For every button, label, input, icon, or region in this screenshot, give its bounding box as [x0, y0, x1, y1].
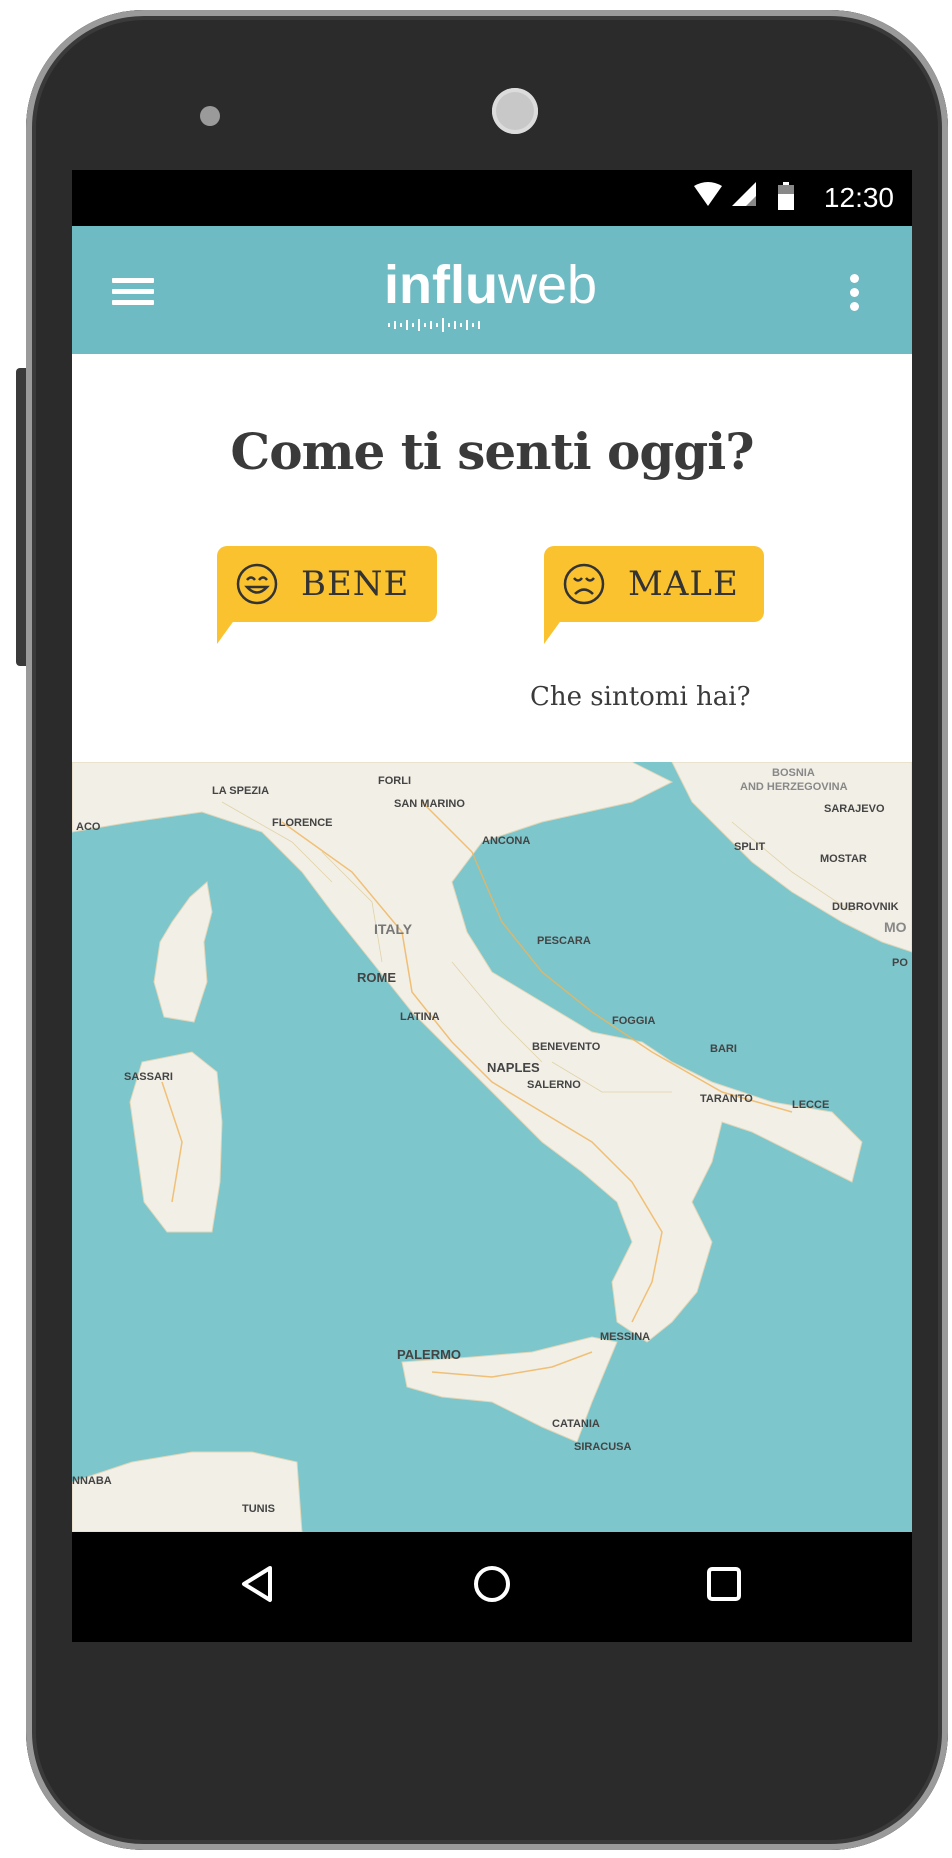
map-label-po: PO [892, 957, 908, 969]
map-label-san-marino: SAN MARINO [394, 798, 465, 810]
nav-bar [72, 1532, 912, 1642]
map-label-catania: CATANIA [552, 1418, 600, 1430]
battery-icon [778, 182, 794, 215]
bene-button[interactable]: BENE [217, 546, 437, 644]
front-camera [492, 88, 538, 134]
phone-screen: 12:30 influweb Come ti senti oggi? BENE … [72, 170, 912, 1642]
more-vertical-icon[interactable] [850, 274, 860, 314]
map-label-salerno: SALERNO [527, 1079, 581, 1091]
happy-face-icon [236, 563, 278, 605]
map-label-herzegovina: AND HERZEGOVINA [740, 781, 848, 793]
mood-card: Come ti senti oggi? BENE MALE Che sintom… [72, 354, 912, 762]
male-label: MALE [628, 564, 739, 604]
map-canvas: FLORENCE ITALY ROME NAPLES PALERMO CATAN… [72, 762, 912, 1532]
map-label-sassari: SASSARI [124, 1071, 173, 1083]
recents-square-icon[interactable] [702, 1562, 746, 1611]
status-time: 12:30 [823, 182, 894, 213]
map-label-pescara: PESCARA [537, 935, 591, 947]
bene-label: BENE [301, 564, 410, 604]
map-label-italy: ITALY [374, 921, 413, 937]
map-label-tunis: TUNIS [242, 1503, 275, 1515]
map-label-bari: BARI [710, 1043, 737, 1055]
logo-bold-text: influ [384, 255, 498, 315]
phone-side-button [16, 368, 26, 666]
map-label-split: SPLIT [734, 841, 765, 853]
map-label-la-spezia: LA SPEZIA [212, 785, 269, 797]
male-button[interactable]: MALE [544, 546, 764, 644]
map-label-dubrovnik: DUBROVNIK [832, 901, 899, 913]
map-label-siracusa: SIRACUSA [574, 1441, 632, 1453]
map-label-naples: NAPLES [487, 1060, 540, 1075]
map-label-foggia: FOGGIA [612, 1015, 655, 1027]
map-label-latina: LATINA [400, 1011, 440, 1023]
map-label-benevento: BENEVENTO [532, 1041, 601, 1053]
wifi-icon [694, 182, 722, 213]
map-label-florence: FLORENCE [272, 817, 333, 829]
phone-sensor-dot [200, 106, 220, 126]
page-title: Come ti senti oggi? [230, 422, 754, 481]
map-label-forli: FORLI [378, 775, 411, 787]
status-bar: 12:30 [72, 170, 912, 226]
map-label-bosnia: BOSNIA [772, 767, 815, 779]
map-label-messina: MESSINA [600, 1331, 650, 1343]
map-label-lecce: LECCE [792, 1099, 829, 1111]
hamburger-menu-icon[interactable] [112, 278, 154, 306]
sad-face-icon [563, 563, 605, 605]
map-label-taranto: TARANTO [700, 1093, 753, 1105]
map-label-mostar: MOSTAR [820, 853, 867, 865]
app-bar: influweb [72, 226, 912, 354]
map-label-mo: MO [884, 919, 907, 935]
map-label-annaba: NNABA [72, 1475, 112, 1487]
italy-map[interactable]: FLORENCE ITALY ROME NAPLES PALERMO CATAN… [72, 762, 912, 1532]
home-circle-icon[interactable] [470, 1562, 514, 1611]
map-label-sarajevo: SARAJEVO [824, 803, 885, 815]
signal-icon [732, 182, 758, 213]
map-label-palermo: PALERMO [397, 1347, 461, 1362]
map-label-rome: ROME [357, 970, 396, 985]
influweb-logo: influweb [384, 254, 624, 334]
map-label-ancona: ANCONA [482, 835, 530, 847]
symptoms-link[interactable]: Che sintomi hai? [530, 682, 751, 712]
map-label-aco: ACO [76, 821, 101, 833]
logo-wave-icon [388, 318, 480, 332]
logo-light-text: web [497, 255, 598, 315]
back-triangle-icon[interactable] [236, 1562, 280, 1611]
